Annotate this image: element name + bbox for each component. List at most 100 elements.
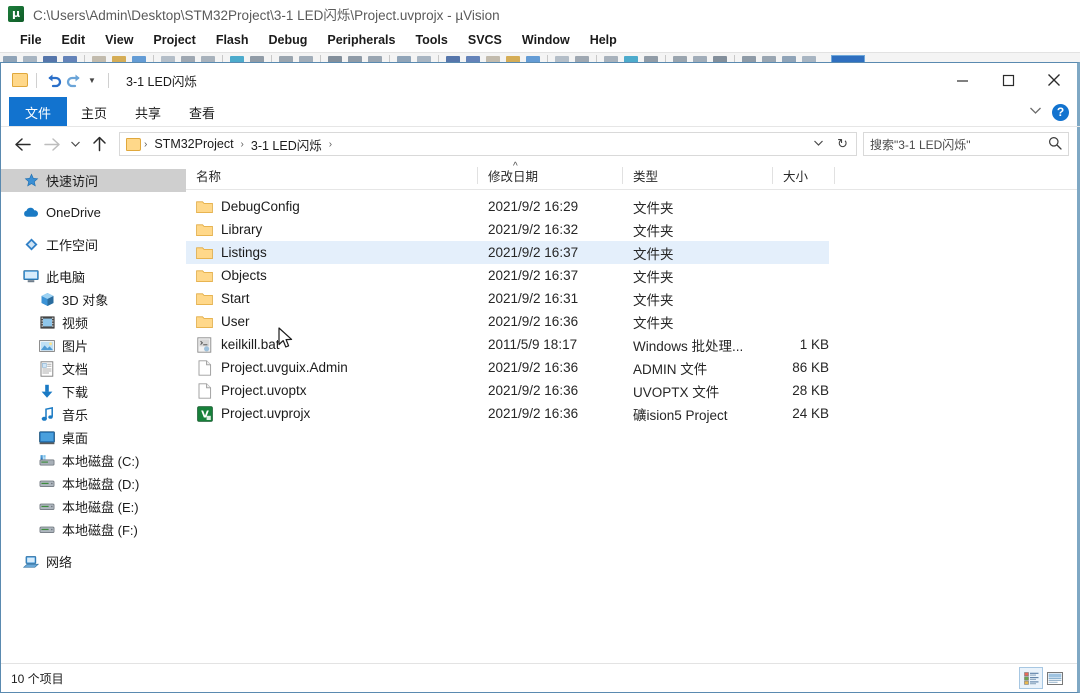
forward-button[interactable] xyxy=(37,130,65,158)
folder-icon xyxy=(196,199,213,215)
column-header-name[interactable]: 名称 xyxy=(186,161,478,190)
sidebar-item-0[interactable]: 快速访问 xyxy=(1,169,186,192)
file-list-pane[interactable]: 名称 修改日期 类型 大小 ^ DebugConfig 2021/9/2 16:2… xyxy=(186,161,1077,663)
sidebar-item-7[interactable]: 文档 xyxy=(1,357,186,380)
keil-menu-peripherals[interactable]: Peripherals xyxy=(317,33,405,47)
address-dropdown-icon[interactable] xyxy=(806,139,831,150)
pictures-icon xyxy=(39,338,55,354)
keil-menu-view[interactable]: View xyxy=(95,33,143,47)
sidebar-item-12[interactable]: 本地磁盘 (D:) xyxy=(1,472,186,495)
video-icon xyxy=(39,315,55,331)
keil-menu-help[interactable]: Help xyxy=(580,33,627,47)
keil-menu-project[interactable]: Project xyxy=(143,33,205,47)
quick-access-toolbar[interactable]: ▼ xyxy=(1,71,117,90)
search-input[interactable]: 搜索"3-1 LED闪烁" xyxy=(863,132,1069,156)
keil-menu-edit[interactable]: Edit xyxy=(52,33,96,47)
file-name-cell[interactable]: Listings xyxy=(186,245,478,261)
sidebar-item-13[interactable]: 本地磁盘 (E:) xyxy=(1,495,186,518)
keil-menu-tools[interactable]: Tools xyxy=(405,33,457,47)
chevron-down-icon[interactable] xyxy=(1029,106,1042,118)
file-name-cell[interactable]: Library xyxy=(186,222,478,238)
keil-menu-file[interactable]: File xyxy=(10,33,52,47)
breadcrumb-separator-2[interactable]: › xyxy=(326,139,335,150)
table-row[interactable]: Start 2021/9/2 16:31 文件夹 xyxy=(186,287,829,310)
sidebar-item-11[interactable]: 本地磁盘 (C:) xyxy=(1,449,186,472)
keil-menu-svcs[interactable]: SVCS xyxy=(458,33,512,47)
sidebar-item-1[interactable]: OneDrive xyxy=(1,201,186,224)
file-name-cell[interactable]: V Project.uvprojx xyxy=(186,405,478,422)
sidebar-item-label: 工作空间 xyxy=(46,238,99,253)
redo-icon[interactable] xyxy=(64,71,83,90)
sidebar-item-3[interactable]: 此电脑 xyxy=(1,265,186,288)
sidebar-item-14[interactable]: 本地磁盘 (F:) xyxy=(1,518,186,541)
search-icon[interactable] xyxy=(1048,136,1062,153)
column-header-date[interactable]: 修改日期 xyxy=(478,161,623,190)
column-header-type[interactable]: 类型 xyxy=(623,161,773,190)
search-input-value[interactable]: 搜索"3-1 LED闪烁" xyxy=(870,136,1048,153)
download-icon xyxy=(39,384,55,400)
sidebar-item-5[interactable]: 视频 xyxy=(1,311,186,334)
file-list[interactable]: DebugConfig 2021/9/2 16:29 文件夹 Library 2021/… xyxy=(186,190,1077,663)
file-name-cell[interactable]: Objects xyxy=(186,268,478,284)
window-controls[interactable] xyxy=(939,63,1077,97)
sidebar-item-label: 3D 对象 xyxy=(62,293,109,308)
sidebar-item-label: 本地磁盘 (C:) xyxy=(62,454,140,469)
help-icon[interactable]: ? xyxy=(1052,103,1069,121)
file-name-cell[interactable]: keilkill.bat xyxy=(186,336,478,353)
sidebar-item-2[interactable]: 工作空间 xyxy=(1,233,186,256)
explorer-ribbon-tabs[interactable]: 文件 主页 共享 查看 ? xyxy=(1,97,1080,127)
breadcrumb[interactable]: › STM32Project › 3-1 LED闪烁 › ↻ xyxy=(119,132,857,156)
sidebar-item-8[interactable]: 下载 xyxy=(1,380,186,403)
table-row[interactable]: V Project.uvprojx 2021/9/2 16:36 礦ision5 Pr… xyxy=(186,402,829,425)
table-row[interactable]: DebugConfig 2021/9/2 16:29 文件夹 xyxy=(186,195,829,218)
table-row[interactable]: keilkill.bat 2011/5/9 18:17 Windows 批处理...… xyxy=(186,333,829,356)
large-icons-view-button[interactable] xyxy=(1043,667,1067,689)
maximize-button[interactable] xyxy=(985,63,1031,97)
breadcrumb-item-stm32project[interactable]: STM32Project xyxy=(150,137,237,151)
minimize-button[interactable] xyxy=(939,63,985,97)
keil-menu-window[interactable]: Window xyxy=(512,33,580,47)
customize-qat-icon[interactable]: ▼ xyxy=(84,76,100,85)
table-row[interactable]: Project.uvoptx 2021/9/2 16:36 UVOPTX 文件 28 … xyxy=(186,379,829,402)
table-row[interactable]: Project.uvguix.Admin 2021/9/2 16:36 ADMIN … xyxy=(186,356,829,379)
keil-menu-debug[interactable]: Debug xyxy=(258,33,317,47)
file-name-cell[interactable]: User xyxy=(186,314,478,330)
sidebar-item-15[interactable]: 网络 xyxy=(1,550,186,573)
breadcrumb-separator-0: › xyxy=(144,138,148,150)
sidebar-item-6[interactable]: 图片 xyxy=(1,334,186,357)
table-row[interactable]: Objects 2021/9/2 16:37 文件夹 xyxy=(186,264,829,287)
sidebar-item-9[interactable]: 音乐 xyxy=(1,403,186,426)
back-button[interactable] xyxy=(9,130,37,158)
tab-share[interactable]: 共享 xyxy=(121,97,175,127)
keil-uvision-icon xyxy=(8,5,24,22)
keil-menu-flash[interactable]: Flash xyxy=(206,33,259,47)
file-name-cell[interactable]: Project.uvoptx xyxy=(186,382,478,399)
table-row[interactable]: Library 2021/9/2 16:32 文件夹 xyxy=(186,218,829,241)
file-name-cell[interactable]: Start xyxy=(186,291,478,307)
file-type-cell: ADMIN 文件 xyxy=(633,361,708,377)
keil-menubar[interactable]: File Edit View Project Flash Debug Perip… xyxy=(0,29,1080,51)
tab-home[interactable]: 主页 xyxy=(67,97,121,127)
navigation-pane[interactable]: 快速访问 OneDrive 工作空间此电脑 3D 对象视频 图片 文档 下载 音乐 桌面本地磁盘… xyxy=(1,161,186,663)
sidebar-item-4[interactable]: 3D 对象 xyxy=(1,288,186,311)
column-header-size[interactable]: 大小 xyxy=(773,161,835,190)
breadcrumb-item-project[interactable]: 3-1 LED闪烁 xyxy=(247,135,326,154)
ribbon-right-controls[interactable]: ? xyxy=(1029,97,1069,127)
recent-locations-button[interactable] xyxy=(65,130,85,158)
up-button[interactable] xyxy=(85,130,113,158)
table-row[interactable]: User 2021/9/2 16:36 文件夹 xyxy=(186,310,829,333)
close-button[interactable] xyxy=(1031,63,1077,97)
tab-view[interactable]: 查看 xyxy=(175,97,229,127)
undo-icon[interactable] xyxy=(45,71,64,90)
tab-file[interactable]: 文件 xyxy=(9,97,68,127)
details-view-button[interactable] xyxy=(1019,667,1043,689)
computer-icon xyxy=(23,269,39,285)
refresh-icon[interactable]: ↻ xyxy=(831,136,854,152)
table-row[interactable]: Listings 2021/9/2 16:37 文件夹 xyxy=(186,241,829,264)
sidebar-item-10[interactable]: 桌面 xyxy=(1,426,186,449)
file-name-cell[interactable]: DebugConfig xyxy=(186,199,478,215)
column-headers[interactable]: 名称 修改日期 类型 大小 ^ xyxy=(186,161,1077,190)
file-name-cell[interactable]: Project.uvguix.Admin xyxy=(186,359,478,376)
file-name-label: Start xyxy=(221,291,250,306)
